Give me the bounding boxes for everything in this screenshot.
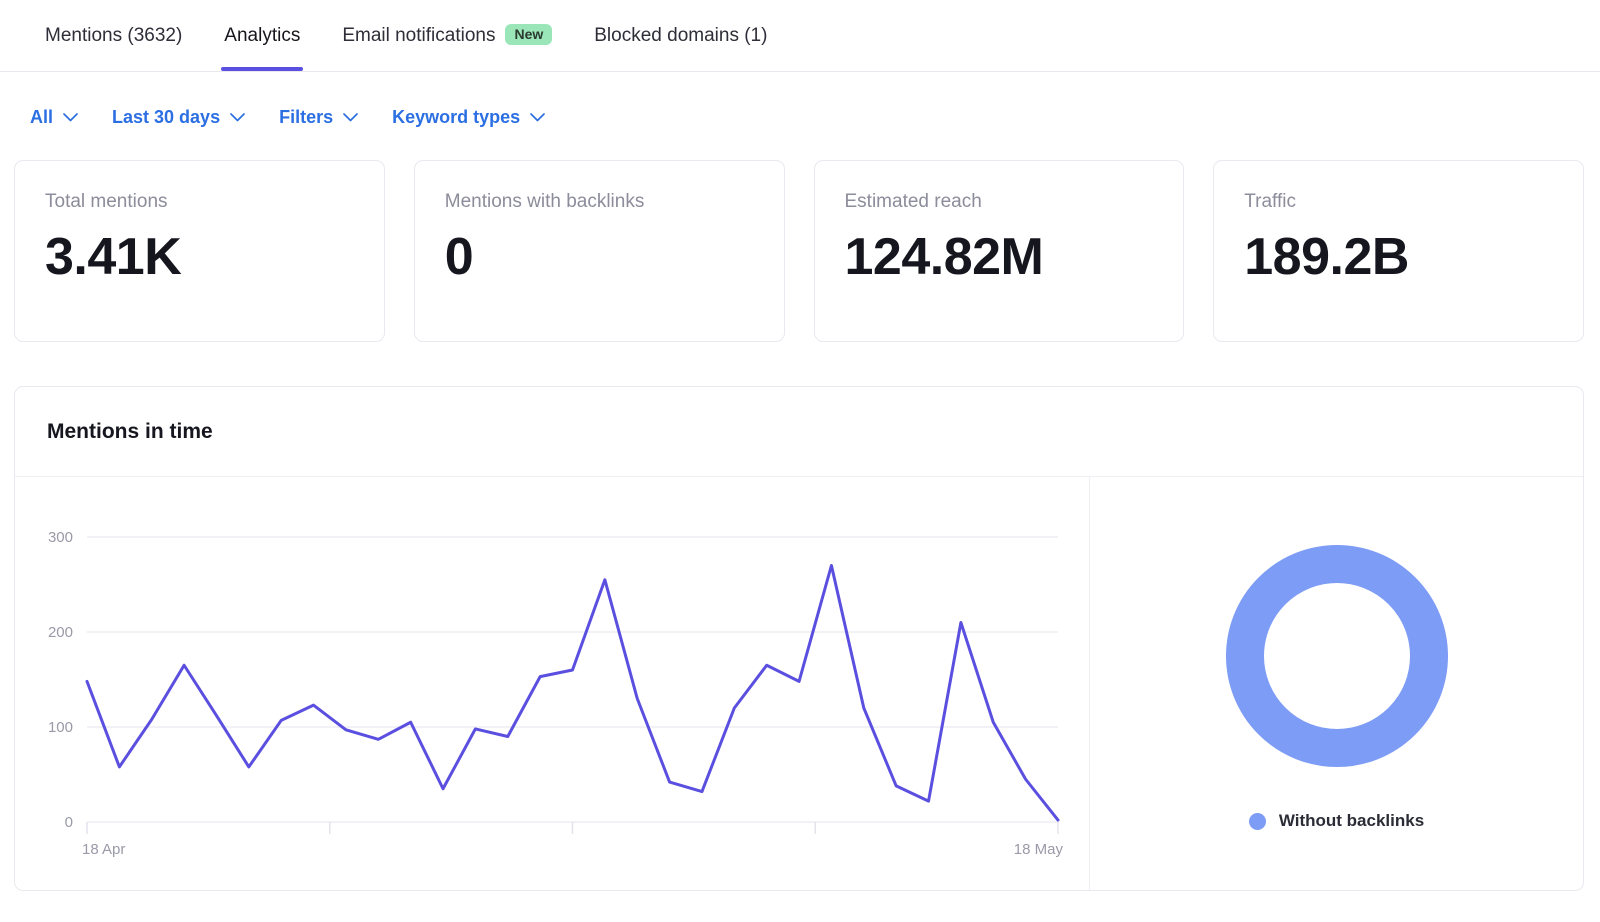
mentions-in-time-panel: Mentions in time 0 100 200 300 18 Apr 18 May … xyxy=(14,386,1584,891)
line-chart-container: 0 100 200 300 18 Apr 18 May xyxy=(15,477,1090,891)
stat-cards: Total mentions 3.41K Mentions with backl… xyxy=(0,134,1600,342)
filter-keyword-types[interactable]: Keyword types xyxy=(392,107,545,128)
stat-value: 124.82M xyxy=(845,230,1154,285)
mentions-line-chart: 0 100 200 300 18 Apr 18 May xyxy=(15,477,1090,891)
chevron-down-icon xyxy=(63,113,78,122)
filter-filters[interactable]: Filters xyxy=(279,107,358,128)
backlinks-donut-chart xyxy=(1212,531,1462,781)
stat-value: 3.41K xyxy=(45,230,354,285)
donut-legend: Without backlinks xyxy=(1249,811,1424,831)
filter-bar: All Last 30 days Filters Keyword types xyxy=(0,72,1600,134)
svg-text:100: 100 xyxy=(48,719,73,736)
svg-text:200: 200 xyxy=(48,624,73,641)
stat-card-traffic: Traffic 189.2B xyxy=(1213,160,1584,342)
filter-all[interactable]: All xyxy=(30,107,78,128)
chevron-down-icon xyxy=(230,113,245,122)
svg-text:300: 300 xyxy=(48,529,73,546)
tab-label: Mentions (3632) xyxy=(45,26,182,45)
stat-label: Estimated reach xyxy=(845,191,1154,214)
legend-color-swatch xyxy=(1249,813,1266,830)
filter-label: Last 30 days xyxy=(112,107,220,128)
stat-value: 189.2B xyxy=(1244,230,1553,285)
tab-analytics[interactable]: Analytics xyxy=(203,0,321,71)
panel-title: Mentions in time xyxy=(47,420,213,444)
svg-text:18 May: 18 May xyxy=(1014,841,1064,858)
chevron-down-icon xyxy=(343,113,358,122)
tab-mentions[interactable]: Mentions (3632) xyxy=(24,0,203,71)
stat-label: Mentions with backlinks xyxy=(445,191,754,214)
svg-text:18 Apr: 18 Apr xyxy=(82,841,125,858)
new-badge: New xyxy=(505,24,552,45)
legend-label: Without backlinks xyxy=(1279,811,1424,831)
stat-label: Traffic xyxy=(1244,191,1553,214)
filter-label: Keyword types xyxy=(392,107,520,128)
stat-value: 0 xyxy=(445,230,754,285)
filter-label: All xyxy=(30,107,53,128)
panel-body: 0 100 200 300 18 Apr 18 May Without backlinks xyxy=(15,477,1583,891)
tab-blocked-domains[interactable]: Blocked domains (1) xyxy=(573,0,788,71)
filter-label: Filters xyxy=(279,107,333,128)
stat-card-total-mentions: Total mentions 3.41K xyxy=(14,160,385,342)
tab-label: Blocked domains (1) xyxy=(594,26,767,45)
tab-email-notifications[interactable]: Email notifications New xyxy=(321,0,573,71)
panel-header: Mentions in time xyxy=(15,387,1583,477)
stat-card-mentions-with-backlinks: Mentions with backlinks 0 xyxy=(414,160,785,342)
tab-label: Analytics xyxy=(224,26,300,45)
donut-chart-container: Without backlinks xyxy=(1090,477,1583,891)
chevron-down-icon xyxy=(530,113,545,122)
filter-date-range[interactable]: Last 30 days xyxy=(112,107,245,128)
tab-label: Email notifications xyxy=(342,26,495,45)
svg-text:0: 0 xyxy=(65,814,73,831)
stat-card-estimated-reach: Estimated reach 124.82M xyxy=(814,160,1185,342)
stat-label: Total mentions xyxy=(45,191,354,214)
tab-bar: Mentions (3632) Analytics Email notifica… xyxy=(0,0,1600,72)
